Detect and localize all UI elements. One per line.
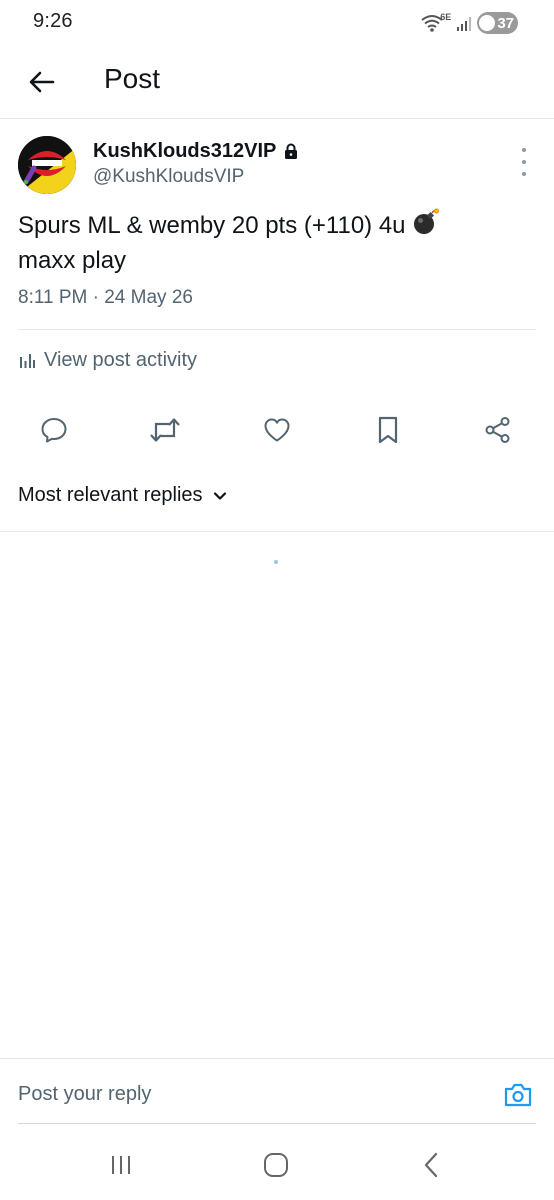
bomb-emoji-icon xyxy=(414,208,440,234)
battery-level: 37 xyxy=(497,14,514,32)
status-bar: 9:26 6E 37 xyxy=(0,0,554,48)
analytics-icon xyxy=(20,353,35,368)
recent-apps-button[interactable] xyxy=(101,1148,141,1182)
camera-button[interactable] xyxy=(502,1079,534,1111)
system-navigation-bar xyxy=(0,1130,554,1200)
reply-input[interactable]: Post your reply xyxy=(18,1083,478,1106)
loading-indicator xyxy=(274,560,278,564)
more-dot-icon xyxy=(522,172,526,176)
reply-button[interactable] xyxy=(34,410,74,450)
post-text: Spurs ML & wemby 20 pts (+110) 4u maxx p… xyxy=(18,208,518,278)
home-icon xyxy=(264,1153,288,1177)
signal-icon xyxy=(457,15,472,31)
back-button[interactable] xyxy=(22,62,62,102)
repost-icon xyxy=(150,418,180,442)
network-type-label: 6E xyxy=(440,12,452,22)
post-text-line-1: Spurs ML & wemby 20 pts (+110) 4u xyxy=(18,212,406,239)
lock-icon xyxy=(285,143,298,159)
sort-replies-label: Most relevant replies xyxy=(18,484,203,506)
view-post-activity-label: View post activity xyxy=(44,349,198,371)
bookmark-icon xyxy=(378,416,398,444)
more-dot-icon xyxy=(522,148,526,152)
view-post-activity-button[interactable]: View post activity xyxy=(18,349,197,372)
divider xyxy=(0,531,554,532)
post-actions xyxy=(0,410,554,450)
post-text-line-2: maxx play xyxy=(18,247,127,274)
sort-replies-dropdown[interactable]: Most relevant replies xyxy=(18,484,227,507)
home-button[interactable] xyxy=(256,1148,296,1182)
recent-apps-icon xyxy=(112,1156,130,1174)
status-icons: 6E 37 xyxy=(421,12,518,34)
page-title: Post xyxy=(104,63,161,94)
battery-indicator: 37 xyxy=(477,12,518,34)
post-timestamp[interactable]: 8:11 PM · 24 May 26 xyxy=(18,287,193,309)
like-button[interactable] xyxy=(257,410,297,450)
display-name-text: KushKlouds312VIP xyxy=(93,140,277,162)
user-handle[interactable]: @KushKloudsVIP xyxy=(93,166,244,188)
reply-input-underline xyxy=(18,1123,536,1124)
status-time: 9:26 xyxy=(33,10,73,32)
more-options-button[interactable] xyxy=(512,148,536,176)
heart-icon xyxy=(264,418,290,442)
share-icon xyxy=(485,417,510,443)
camera-icon xyxy=(504,1083,532,1107)
share-button[interactable] xyxy=(478,410,518,450)
reply-bar: Post your reply xyxy=(0,1058,554,1125)
wifi-icon: 6E xyxy=(421,12,451,32)
repost-button[interactable] xyxy=(145,410,185,450)
system-back-button[interactable] xyxy=(412,1148,452,1182)
arrow-left-icon xyxy=(29,71,55,93)
avatar[interactable] xyxy=(18,136,76,194)
bookmark-button[interactable] xyxy=(368,410,408,450)
header: Post xyxy=(0,48,554,119)
chevron-left-icon xyxy=(424,1152,438,1178)
display-name[interactable]: KushKlouds312VIP xyxy=(93,140,298,163)
battery-charging-icon xyxy=(479,15,496,31)
divider xyxy=(18,329,536,330)
reply-icon xyxy=(41,418,67,443)
more-dot-icon xyxy=(522,160,526,164)
chevron-down-icon xyxy=(213,491,226,500)
